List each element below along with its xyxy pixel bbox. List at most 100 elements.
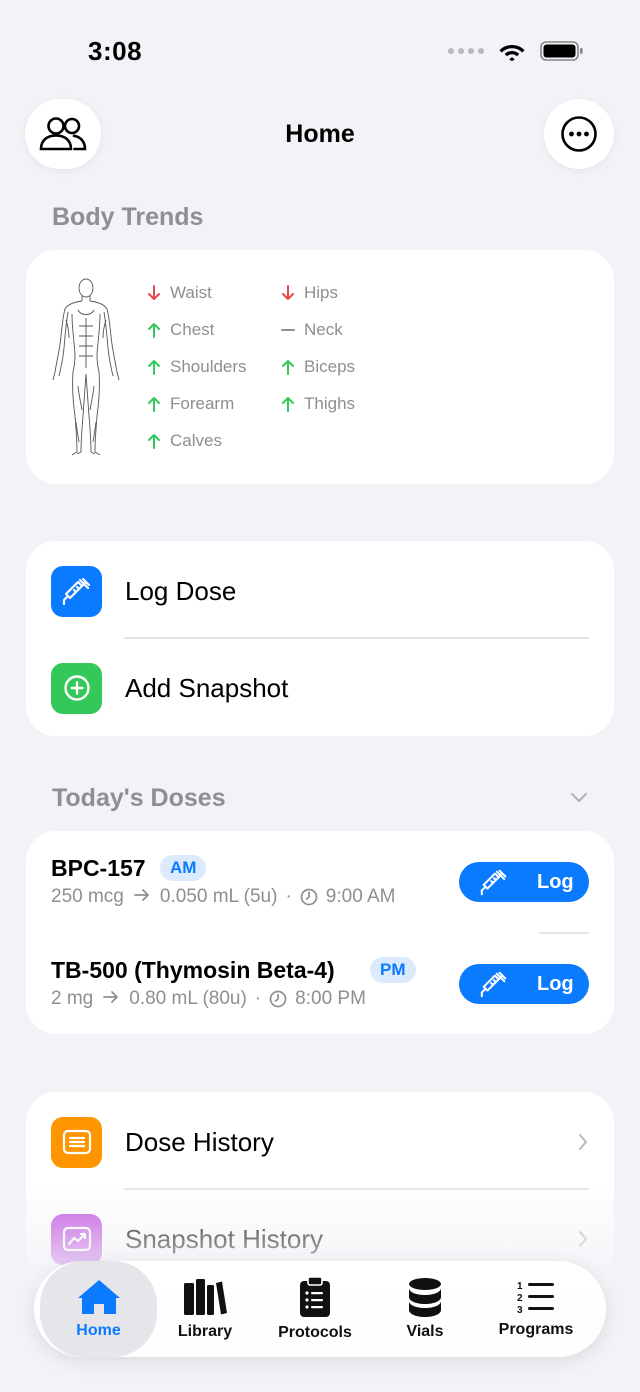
- trend-item-forearm: Forearm: [146, 393, 234, 415]
- dose-volume: 0.050 mL (5u): [159, 886, 278, 907]
- dose-history-row[interactable]: Dose History: [26, 1094, 614, 1190]
- chevron-right-icon: [579, 1231, 587, 1247]
- trend-up-icon: [146, 358, 162, 376]
- dose-detail: 2 mg 0.80 mL (80u) · 8:00 PM: [51, 988, 366, 1010]
- time-of-day-badge: PM: [370, 957, 416, 983]
- ellipsis-circle-icon: [561, 116, 597, 152]
- tab-label: Home: [76, 1322, 121, 1339]
- body-trends-title: Body Trends: [52, 203, 204, 231]
- trend-down-icon: [280, 284, 296, 302]
- tab-bar: Home Library Protocols Vials 1 2 3 Progr…: [34, 1261, 606, 1357]
- trend-item-neck: Neck: [280, 319, 343, 341]
- trend-up-icon: [146, 321, 162, 339]
- dose-amount: 250 mcg: [51, 886, 124, 907]
- tab-vials[interactable]: Vials: [379, 1261, 471, 1357]
- home-screen: 3:08 Home Body Trends Waist Hips Chest N…: [0, 0, 640, 1392]
- dose-history-label: Dose History: [125, 1126, 274, 1157]
- syringe-icon: [479, 969, 509, 999]
- trend-label: Neck: [304, 320, 343, 339]
- chevron-down-icon[interactable]: [570, 792, 588, 804]
- trend-item-chest: Chest: [146, 319, 214, 341]
- tab-label: Programs: [498, 1321, 574, 1338]
- snapshot-history-app-icon: [51, 1213, 102, 1265]
- more-options-button[interactable]: [544, 99, 614, 169]
- tab-home[interactable]: Home: [40, 1261, 157, 1357]
- log-dose-button[interactable]: Log: [459, 964, 589, 1004]
- syringe-app-icon: [51, 565, 102, 617]
- dose-history-app-icon: [51, 1116, 102, 1168]
- wifi-icon: [499, 45, 525, 61]
- svg-text:2: 2: [517, 1293, 523, 1304]
- dose-detail: 250 mcg 0.050 mL (5u) · 9:00 AM: [51, 886, 396, 908]
- battery-icon: [540, 41, 583, 61]
- dose-volume: 0.80 mL (80u): [129, 988, 247, 1009]
- clock-icon: [300, 888, 318, 906]
- dose-amount: 2 mg: [51, 988, 94, 1009]
- list-box-icon: [62, 1129, 91, 1155]
- trend-label: Chest: [170, 320, 215, 339]
- trend-label: Forearm: [170, 394, 235, 413]
- books-icon: [184, 1279, 227, 1315]
- trend-up-icon: [146, 432, 162, 450]
- log-dose-button[interactable]: Log: [459, 862, 589, 902]
- trend-up-icon: [280, 395, 296, 413]
- trend-item-waist: Waist: [146, 282, 212, 304]
- status-time: 3:08: [88, 36, 143, 66]
- house-icon: [77, 1280, 120, 1314]
- signal-dots-icon: [448, 48, 484, 54]
- trend-label: Calves: [170, 431, 222, 450]
- dose-name: BPC-157: [51, 855, 146, 881]
- trend-item-hips: Hips: [280, 282, 338, 304]
- trend-label: Thighs: [304, 394, 356, 413]
- dot-separator: ·: [254, 988, 262, 1009]
- trend-label: Shoulders: [170, 357, 247, 376]
- tab-protocols[interactable]: Protocols: [266, 1261, 364, 1357]
- snapshot-history-label: Snapshot History: [125, 1223, 323, 1254]
- syringe-icon: [62, 577, 90, 606]
- tab-label: Vials: [406, 1323, 444, 1340]
- clock-icon: [269, 990, 287, 1008]
- trend-label: Waist: [170, 283, 212, 302]
- status-icons: [448, 40, 584, 62]
- divider: [124, 637, 589, 639]
- syringe-icon: [479, 867, 509, 897]
- quick-actions-card: Log Dose Add Snapshot: [26, 541, 614, 736]
- tab-library[interactable]: Library: [157, 1261, 253, 1357]
- dose-time: 8:00 PM: [295, 988, 366, 1009]
- add-snapshot-row[interactable]: Add Snapshot: [26, 640, 614, 736]
- clipboard-icon: [300, 1276, 330, 1317]
- body-trends-card[interactable]: Waist Hips Chest Neck Shoulders Biceps Forearm…: [26, 250, 614, 484]
- trend-item-biceps: Biceps: [280, 356, 355, 378]
- trend-label: Hips: [304, 283, 339, 302]
- trend-item-thighs: Thighs: [280, 393, 355, 415]
- log-dose-row[interactable]: Log Dose: [26, 543, 614, 639]
- add-snapshot-label: Add Snapshot: [125, 672, 289, 703]
- log-button-label: Log: [537, 972, 574, 995]
- add-snapshot-app-icon: [51, 662, 102, 714]
- chevron-right-icon: [579, 1134, 587, 1150]
- trend-up-icon: [280, 358, 296, 376]
- tab-programs[interactable]: 1 2 3 Programs: [486, 1261, 586, 1357]
- cylinder-icon: [409, 1278, 441, 1317]
- svg-text:1: 1: [517, 1281, 523, 1292]
- dose-name: TB-500 (Thymosin Beta-4): [51, 957, 335, 983]
- trend-up-icon: [146, 395, 162, 413]
- dose-time: 9:00 AM: [325, 886, 396, 907]
- trend-item-shoulders: Shoulders: [146, 356, 247, 378]
- time-of-day-badge: AM: [160, 855, 207, 881]
- numbered-list-icon: 1 2 3: [517, 1281, 554, 1315]
- plus-circle-icon: [63, 675, 90, 701]
- todays-doses-card: BPC-157 AM 250 mcg 0.050 mL (5u) · 9:00 AM Log…: [26, 831, 614, 1034]
- chart-trend-icon: [62, 1226, 91, 1252]
- arrow-right-icon: [103, 988, 119, 1010]
- tab-label: Library: [177, 1323, 233, 1340]
- svg-text:3: 3: [517, 1305, 523, 1315]
- log-dose-label: Log Dose: [125, 575, 237, 606]
- trend-label: Biceps: [304, 357, 356, 376]
- dot-separator: ·: [285, 886, 292, 907]
- tab-label: Protocols: [278, 1324, 352, 1341]
- body-figure-icon: [52, 278, 120, 456]
- trend-flat-icon: [280, 321, 296, 339]
- trend-down-icon: [146, 284, 162, 302]
- arrow-right-icon: [133, 886, 150, 908]
